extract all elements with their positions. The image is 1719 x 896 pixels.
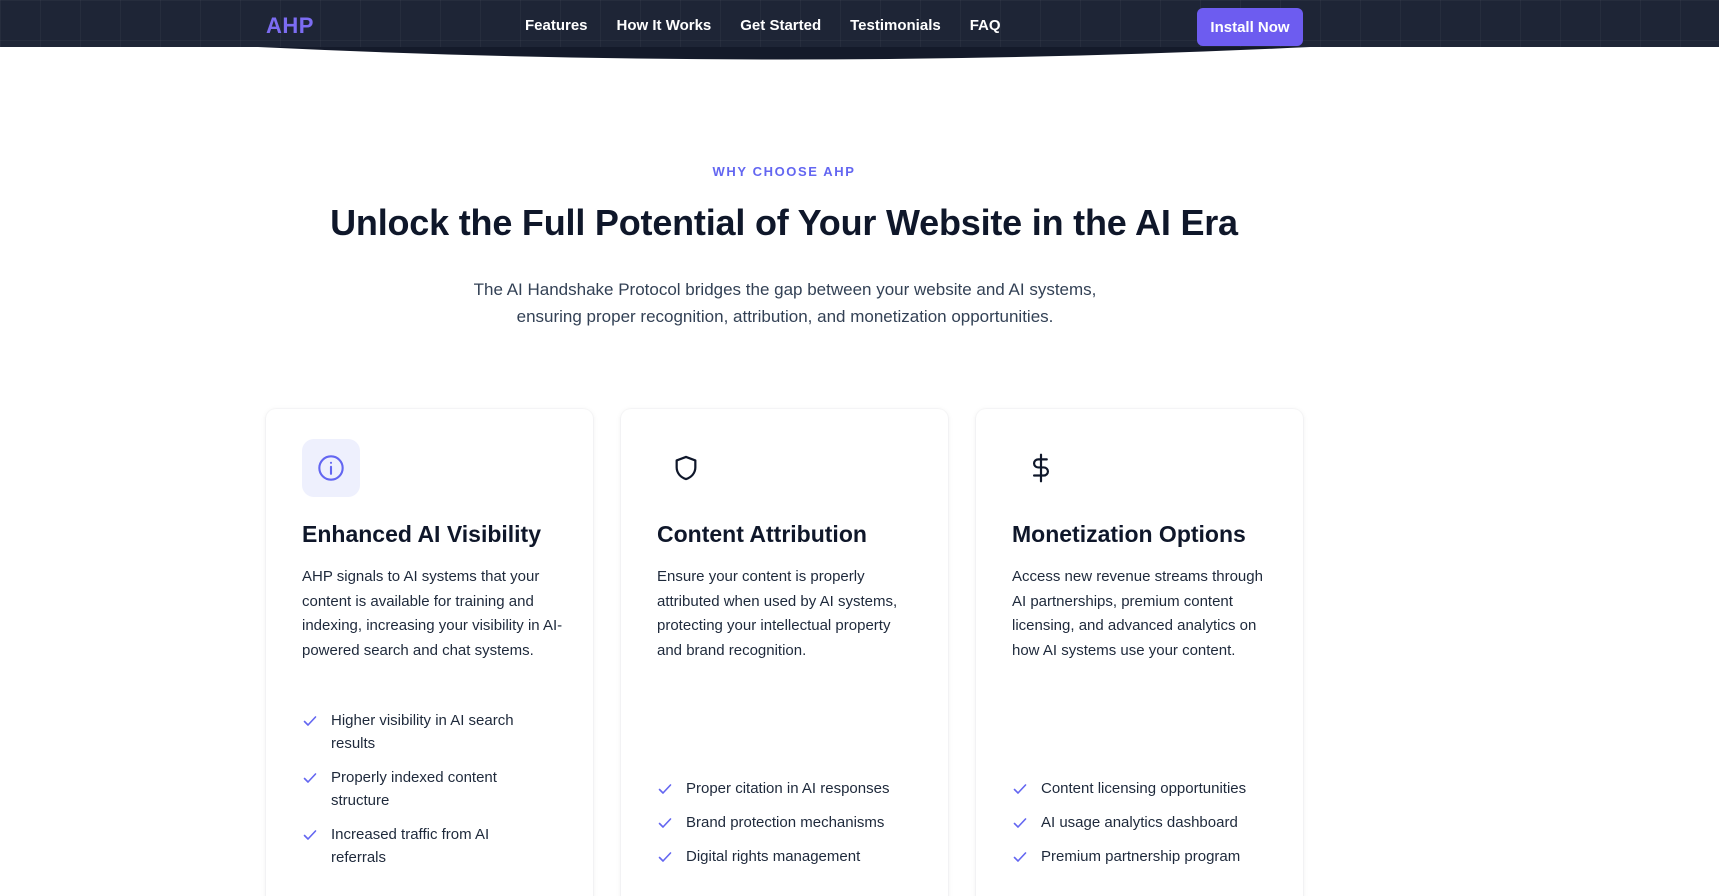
card-title: Content Attribution <box>657 521 867 547</box>
list-item: Properly indexed content structure <box>302 766 546 812</box>
card-title: Monetization Options <box>1012 521 1246 547</box>
card-description: Access new revenue streams through AI pa… <box>1012 568 1263 659</box>
feature-card-content-attribution[interactable]: Content Attribution Ensure your content … <box>621 409 948 896</box>
feature-card-monetization[interactable]: Monetization Options Access new revenue … <box>976 409 1303 896</box>
shield-icon-box <box>657 439 715 497</box>
info-icon-box <box>302 439 360 497</box>
shield-icon <box>675 455 697 481</box>
card-description: Ensure your content is properly attribut… <box>657 568 898 659</box>
check-icon <box>1013 818 1027 828</box>
list-item: Proper citation in AI responses <box>657 777 901 800</box>
dollar-icon <box>1032 453 1049 483</box>
nav-link-testimonials[interactable]: Testimonials <box>850 17 941 34</box>
list-item: Premium partnership program <box>1012 845 1291 868</box>
list-item: Increased traffic from AI referrals <box>302 823 546 869</box>
nav-curve-divider <box>258 44 1310 60</box>
dollar-icon-box <box>1012 439 1070 497</box>
card-title: Enhanced AI Visibility <box>302 521 542 547</box>
top-navbar: AHP Features How It Works Get Started Te… <box>0 0 1719 47</box>
feature-text: Higher visibility in AI search results <box>331 712 514 752</box>
list-item: Content licensing opportunities <box>1012 777 1291 800</box>
list-item: AI usage analytics dashboard <box>1012 811 1291 834</box>
feature-text: Increased traffic from AI referrals <box>331 826 490 866</box>
feature-list: Higher visibility in AI search results P… <box>302 709 546 880</box>
check-icon <box>303 716 317 726</box>
feature-text: Premium partnership program <box>1041 848 1241 865</box>
feature-text: Digital rights management <box>686 848 861 865</box>
info-icon <box>318 455 344 481</box>
card-description: AHP signals to AI systems that your cont… <box>302 568 563 659</box>
feature-list: Proper citation in AI responses Brand pr… <box>657 777 901 879</box>
feature-text: Properly indexed content structure <box>331 769 497 809</box>
list-item: Digital rights management <box>657 845 901 868</box>
section-subtext: The AI Handshake Protocol bridges the ga… <box>473 280 1097 326</box>
nav-links: Features How It Works Get Started Testim… <box>525 17 1030 34</box>
list-item: Brand protection mechanisms <box>657 811 901 834</box>
nav-link-faq[interactable]: FAQ <box>970 17 1001 34</box>
feature-card-ai-visibility[interactable]: Enhanced AI Visibility AHP signals to AI… <box>266 409 593 896</box>
check-icon <box>658 852 672 862</box>
list-item: Higher visibility in AI search results <box>302 709 546 755</box>
feature-text: Brand protection mechanisms <box>686 814 885 831</box>
logo[interactable]: AHP <box>266 13 314 39</box>
feature-text: Proper citation in AI responses <box>686 780 890 797</box>
check-icon <box>1013 852 1027 862</box>
check-icon <box>658 784 672 794</box>
feature-text: AI usage analytics dashboard <box>1041 814 1238 831</box>
nav-link-features[interactable]: Features <box>525 17 588 34</box>
nav-link-how-it-works[interactable]: How It Works <box>617 17 712 34</box>
check-icon <box>658 818 672 828</box>
feature-text: Content licensing opportunities <box>1041 780 1247 797</box>
check-icon <box>303 773 317 783</box>
feature-list: Content licensing opportunities AI usage… <box>1012 777 1291 879</box>
check-icon <box>303 830 317 840</box>
check-icon <box>1013 784 1027 794</box>
nav-link-get-started[interactable]: Get Started <box>740 17 821 34</box>
install-now-button[interactable]: Install Now <box>1197 8 1303 46</box>
section-headline: Unlock the Full Potential of Your Websit… <box>330 202 1238 243</box>
section-eyebrow: WHY CHOOSE AHP <box>712 164 856 179</box>
